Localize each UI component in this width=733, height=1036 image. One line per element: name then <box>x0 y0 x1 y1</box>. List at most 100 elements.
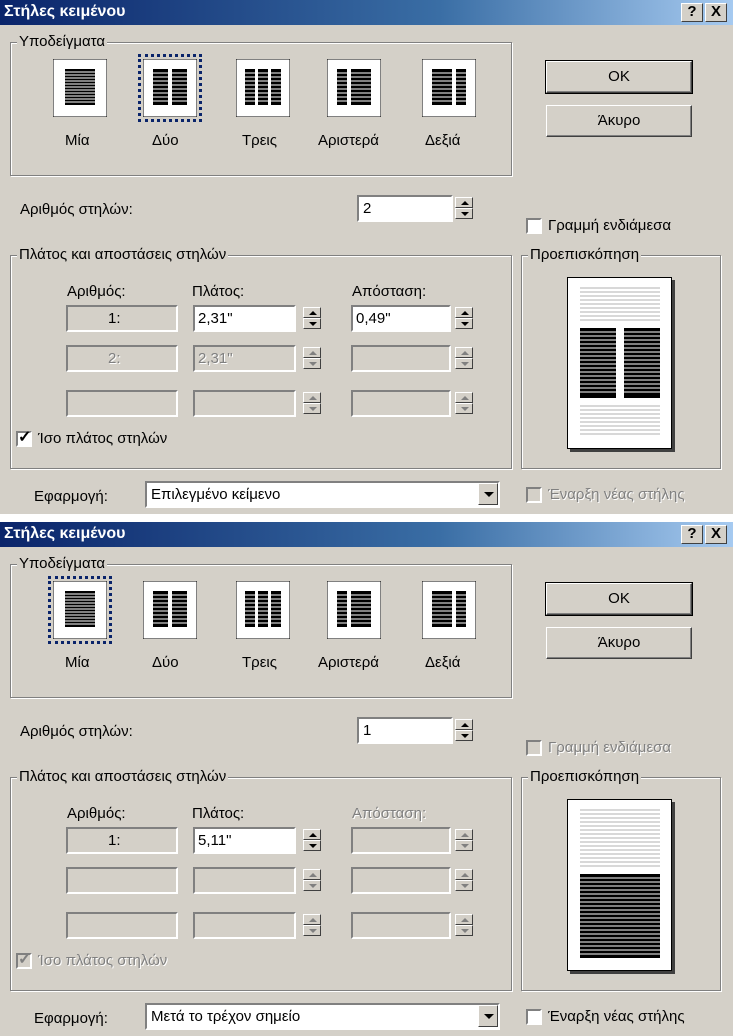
preset-left[interactable] <box>326 58 382 118</box>
ok-button[interactable]: OK <box>545 582 693 616</box>
col2-spacing-spinner <box>455 347 473 369</box>
apply-dropdown-button[interactable] <box>478 1005 498 1027</box>
dialog-title: Στήλες κειμένου <box>4 3 126 20</box>
preset-left-label: Αριστερά <box>318 132 379 149</box>
col3-spacing-input <box>351 390 451 417</box>
preset-three-icon <box>235 58 291 118</box>
col3-spacing-spinner <box>455 392 473 414</box>
col2-number: 2: <box>66 345 178 372</box>
col3-width-spinner <box>303 392 321 414</box>
dialog-title: Στήλες κειμένου <box>4 525 126 542</box>
columns-dialog-two: Στήλες κειμένου ? X Υποδείγματα Μία Δύο … <box>0 0 733 514</box>
line-between-label: Γραμμή ενδιάμεσα <box>548 739 672 756</box>
preset-left-icon <box>326 580 382 640</box>
ok-button[interactable]: OK <box>545 60 693 94</box>
close-button[interactable]: X <box>705 3 727 22</box>
col3-spacing-input <box>351 912 451 939</box>
col-number-header: Αριθμός: <box>67 283 126 300</box>
preset-three-icon <box>235 580 291 640</box>
new-column-checkbox[interactable] <box>526 1009 542 1025</box>
preset-right-label: Δεξιά <box>425 654 461 671</box>
num-cols-label: Αριθμός στηλών: <box>20 201 133 218</box>
help-button[interactable]: ? <box>681 3 703 22</box>
new-column-label: Έναρξη νέας στήλης <box>548 486 685 503</box>
preset-one[interactable] <box>52 58 108 118</box>
col1-width-spinner[interactable] <box>303 829 321 851</box>
apply-dropdown-button[interactable] <box>478 483 498 505</box>
widths-group-label: Πλάτος και αποστάσεις στηλών <box>17 246 229 263</box>
preset-left[interactable] <box>326 580 382 640</box>
col1-width-spinner[interactable] <box>303 307 321 329</box>
apply-select-value: Επιλεγμένο κείμενο <box>151 486 281 503</box>
col2-width-input: 2,31" <box>193 345 296 372</box>
apply-select[interactable]: Μετά το τρέχον σημείο <box>145 1003 500 1030</box>
preset-one-icon <box>52 58 108 118</box>
col2-spacing-input <box>351 345 451 372</box>
equal-width-checkbox[interactable]: ✓ <box>16 429 32 447</box>
preset-two[interactable] <box>138 54 202 122</box>
col1-number: 1: <box>66 305 178 332</box>
preset-three[interactable] <box>235 58 291 118</box>
preview-page-two-columns <box>580 287 660 435</box>
columns-dialog-one: Στήλες κειμένου ? X Υποδείγματα Μία Δύο … <box>0 522 733 1036</box>
preset-right-icon <box>421 58 477 118</box>
preset-one-icon <box>52 580 108 640</box>
num-cols-input[interactable]: 1 <box>357 717 453 744</box>
preset-two-label: Δύο <box>152 654 179 671</box>
help-button[interactable]: ? <box>681 525 703 544</box>
col3-width-input <box>193 390 296 417</box>
col-number-header: Αριθμός: <box>67 805 126 822</box>
line-between-checkbox[interactable] <box>526 218 542 234</box>
preset-two-icon <box>142 580 198 640</box>
col3-number <box>66 912 178 939</box>
preset-right-label: Δεξιά <box>425 132 461 149</box>
num-cols-input[interactable]: 2 <box>357 195 453 222</box>
col3-number <box>66 390 178 417</box>
title-bar[interactable]: Στήλες κειμένου ? X <box>0 0 733 25</box>
col-width-header: Πλάτος: <box>192 805 245 822</box>
num-cols-spinner[interactable] <box>455 197 473 219</box>
preview-page-one-column <box>580 809 660 958</box>
col3-width-spinner <box>303 914 321 936</box>
apply-select[interactable]: Επιλεγμένο κείμενο <box>145 481 500 508</box>
col1-width-input[interactable]: 2,31" <box>193 305 296 332</box>
preset-right[interactable] <box>421 58 477 118</box>
cancel-button[interactable]: Άκυρο <box>546 105 692 137</box>
preset-two[interactable] <box>142 580 198 640</box>
equal-width-label: Ίσο πλάτος στηλών <box>38 430 168 447</box>
preset-three-label: Τρεις <box>242 132 277 149</box>
close-button[interactable]: X <box>705 525 727 544</box>
preset-right[interactable] <box>421 580 477 640</box>
col-width-header: Πλάτος: <box>192 283 245 300</box>
title-bar[interactable]: Στήλες κειμένου ? X <box>0 522 733 547</box>
preset-two-label: Δύο <box>152 132 179 149</box>
new-column-checkbox <box>526 487 542 503</box>
col2-number-text: 2: <box>108 350 121 367</box>
col2-width-input <box>193 867 296 894</box>
col1-spacing-spinner[interactable] <box>455 307 473 329</box>
preset-one[interactable] <box>48 576 112 644</box>
col1-spacing-spinner <box>455 829 473 851</box>
check-mark-icon: ✓ <box>18 429 32 446</box>
preview-group-label: Προεπισκόπηση <box>528 246 642 263</box>
col2-width-text: 2,31" <box>198 350 233 367</box>
preview-page <box>567 277 672 449</box>
col1-width-text: 2,31" <box>198 310 233 327</box>
col-spacing-header: Απόσταση: <box>352 283 427 300</box>
col3-spacing-spinner <box>455 914 473 936</box>
widths-group-label: Πλάτος και αποστάσεις στηλών <box>17 768 229 785</box>
preset-left-label: Αριστερά <box>318 654 379 671</box>
preset-three-label: Τρεις <box>242 654 277 671</box>
new-column-label: Έναρξη νέας στήλης <box>548 1008 685 1025</box>
col2-width-spinner <box>303 869 321 891</box>
preset-three[interactable] <box>235 580 291 640</box>
col2-spacing-spinner <box>455 869 473 891</box>
col1-number: 1: <box>66 827 178 854</box>
line-between-checkbox <box>526 740 542 756</box>
num-cols-spinner[interactable] <box>455 719 473 741</box>
col1-width-input[interactable]: 5,11" <box>193 827 296 854</box>
cancel-button[interactable]: Άκυρο <box>546 627 692 659</box>
preset-right-icon <box>421 580 477 640</box>
col1-spacing-input[interactable]: 0,49" <box>351 305 451 332</box>
preset-left-icon <box>326 58 382 118</box>
